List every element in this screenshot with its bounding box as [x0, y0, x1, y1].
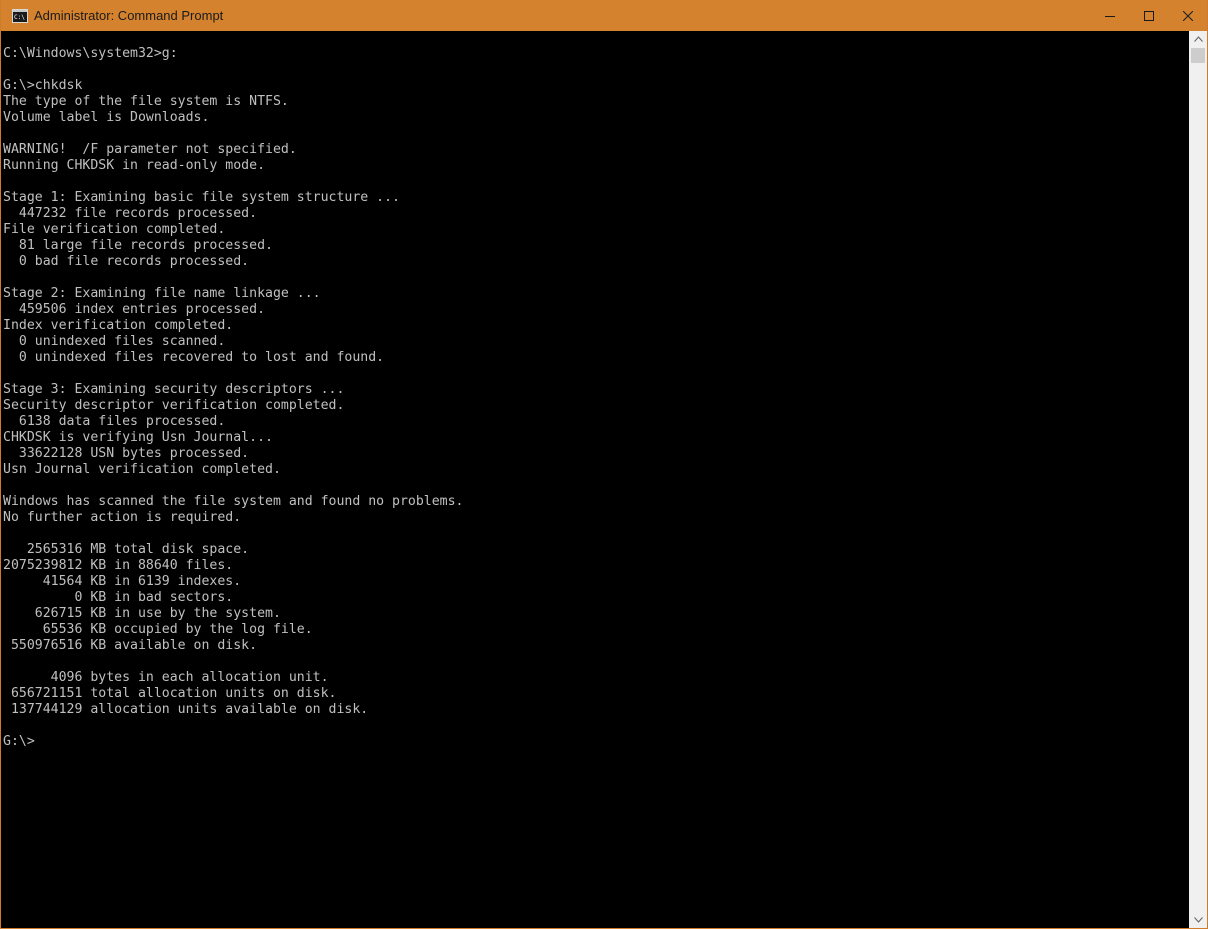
console-line: 0 unindexed files recovered to lost and …: [3, 350, 385, 365]
console-line: 459506 index entries processed.: [3, 302, 266, 317]
console-line: Stage 3: Examining security descriptors …: [3, 382, 345, 397]
command-prompt-window: C:\ Administrator: Command Prompt C:\Win…: [0, 0, 1208, 929]
close-button[interactable]: [1168, 0, 1207, 31]
console-line: Windows has scanned the file system and …: [3, 494, 464, 509]
console-line: C:\Windows\system32>g:: [3, 46, 178, 61]
console-line: 41564 KB in 6139 indexes.: [3, 574, 242, 589]
vertical-scrollbar[interactable]: [1189, 31, 1207, 928]
console-line: G:\>: [3, 734, 35, 749]
console-line: 81 large file records processed.: [3, 238, 273, 253]
title-bar[interactable]: C:\ Administrator: Command Prompt: [1, 0, 1207, 31]
console-line: Stage 1: Examining basic file system str…: [3, 190, 400, 205]
console-line: 0 bad file records processed.: [3, 254, 250, 269]
console-line: WARNING! /F parameter not specified.: [3, 142, 297, 157]
scroll-up-arrow-icon: [1193, 36, 1203, 42]
console-line: Stage 2: Examining file name linkage ...: [3, 286, 321, 301]
console-line: 0 KB in bad sectors.: [3, 590, 234, 605]
scroll-down-button[interactable]: [1189, 912, 1207, 928]
console-output[interactable]: C:\Windows\system32>g: G:\>chkdsk The type…: [1, 31, 1189, 928]
minimize-button[interactable]: [1090, 0, 1129, 31]
console-line: 65536 KB occupied by the log file.: [3, 622, 313, 637]
console-line: 656721151 total allocation units on disk…: [3, 686, 337, 701]
console-line: 2565316 MB total disk space.: [3, 542, 250, 557]
console-line: Security descriptor verification complet…: [3, 398, 345, 413]
maximize-button[interactable]: [1129, 0, 1168, 31]
console-line: 447232 file records processed.: [3, 206, 258, 221]
console-line: G:\>chkdsk: [3, 78, 83, 93]
console-line: CHKDSK is verifying Usn Journal...: [3, 430, 273, 445]
scroll-thumb[interactable]: [1191, 48, 1205, 63]
console-line: 0 unindexed files scanned.: [3, 334, 226, 349]
console-line: Usn Journal verification completed.: [3, 462, 281, 477]
console-line: 550976516 KB available on disk.: [3, 638, 258, 653]
minimize-icon: [1104, 15, 1115, 17]
console-line: Volume label is Downloads.: [3, 110, 210, 125]
console-line: File verification completed.: [3, 222, 226, 237]
scroll-down-arrow-icon: [1193, 917, 1203, 923]
close-icon: [1182, 10, 1193, 21]
console-line: Index verification completed.: [3, 318, 234, 333]
scroll-up-button[interactable]: [1189, 31, 1207, 47]
maximize-icon: [1143, 10, 1154, 21]
console-line: No further action is required.: [3, 510, 242, 525]
console-line: 4096 bytes in each allocation unit.: [3, 670, 329, 685]
cmd-icon[interactable]: C:\: [12, 8, 28, 24]
console-line: The type of the file system is NTFS.: [3, 94, 289, 109]
console-line: Running CHKDSK in read-only mode.: [3, 158, 266, 173]
svg-text:C:\: C:\: [14, 14, 25, 21]
console-line: 33622128 USN bytes processed.: [3, 446, 250, 461]
console-line: 626715 KB in use by the system.: [3, 606, 281, 621]
console-line: 2075239812 KB in 88640 files.: [3, 558, 234, 573]
console-line: 6138 data files processed.: [3, 414, 226, 429]
window-title: Administrator: Command Prompt: [34, 8, 224, 23]
console-text: C:\Windows\system32>g: G:\>chkdsk The type…: [1, 31, 1189, 750]
console-line: 137744129 allocation units available on …: [3, 702, 369, 717]
